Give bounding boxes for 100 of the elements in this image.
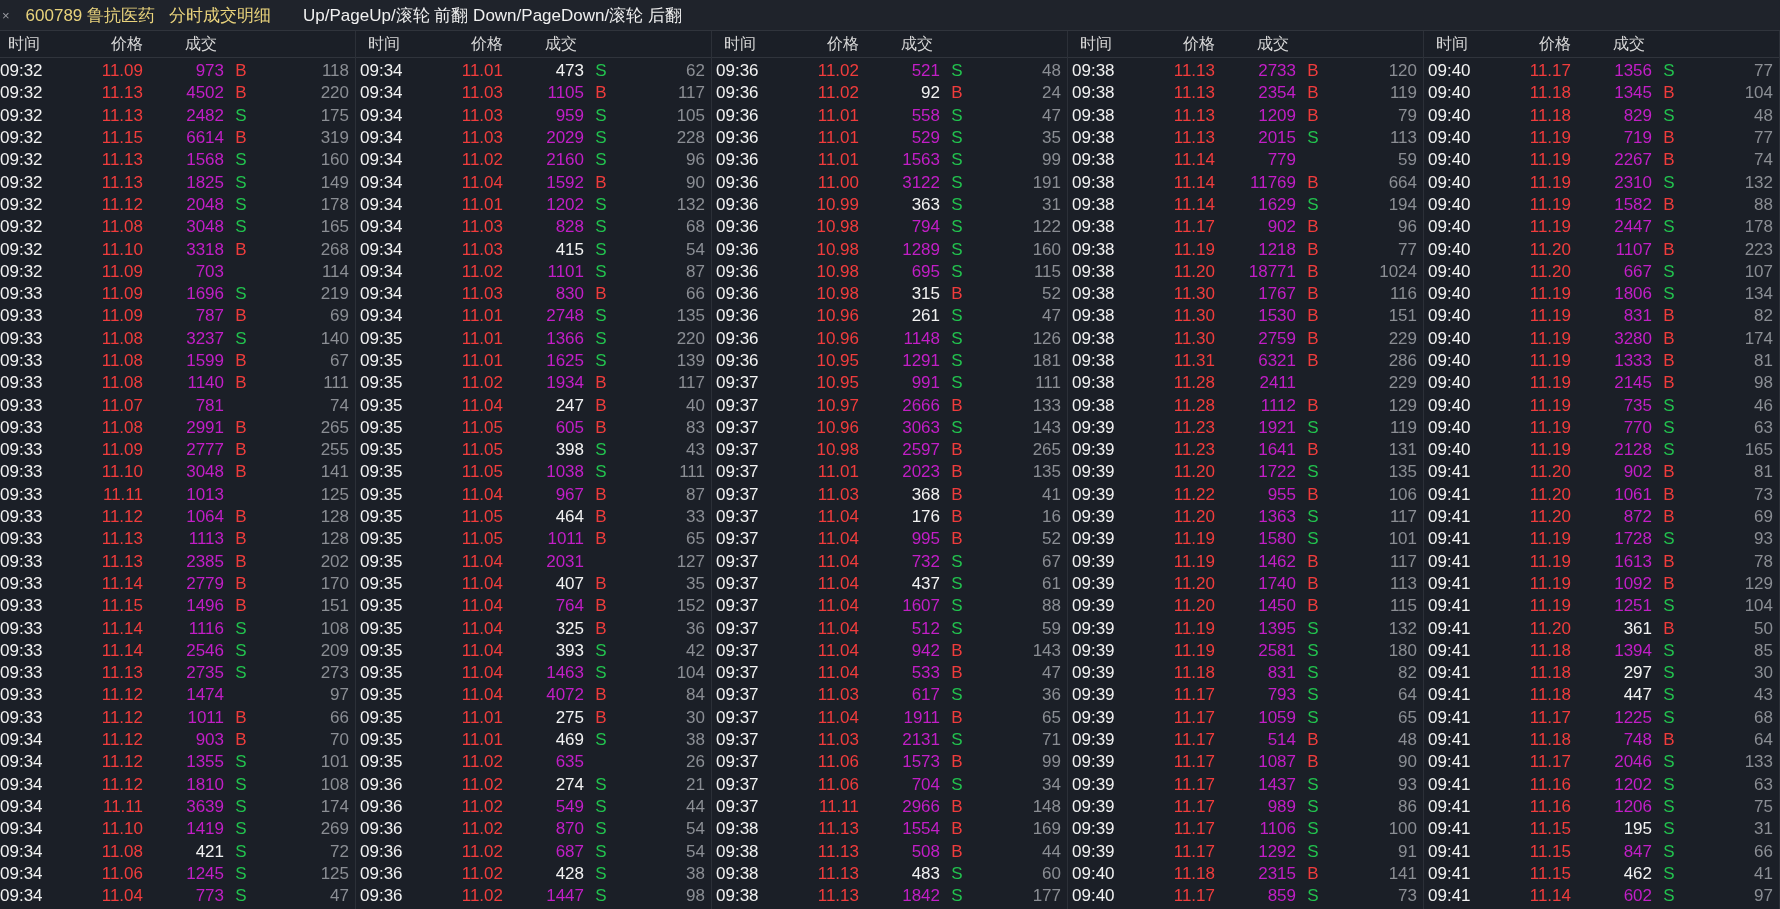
- time-cell: 09:39: [1072, 663, 1115, 684]
- volume-cell: 1140: [187, 373, 224, 394]
- price-cell: 11.18: [1529, 83, 1571, 104]
- time-cell: 09:40: [1428, 395, 1471, 416]
- price-cell: 11.13: [101, 172, 143, 193]
- trade-side-label: B: [235, 596, 247, 617]
- volume-cell: 1810: [186, 774, 224, 795]
- trade-side-label: S: [595, 774, 607, 795]
- price-cell: 11.10: [101, 462, 143, 483]
- trade-count-cell: 65: [1398, 707, 1417, 728]
- price-cell: 11.01: [461, 730, 503, 751]
- time-cell: 09:41: [1428, 640, 1471, 661]
- trade-count-cell: 88: [1042, 596, 1061, 617]
- volume-cell: 2735: [186, 663, 224, 684]
- trade-count-cell: 122: [1032, 217, 1061, 238]
- trade-count-cell: 91: [1398, 841, 1417, 862]
- price-cell: 11.30: [1173, 284, 1215, 305]
- trade-count-cell: 220: [676, 328, 705, 349]
- volume-cell: 2546: [186, 640, 224, 661]
- trade-side-label: B: [1307, 239, 1319, 260]
- time-cell: 09:35: [360, 395, 403, 416]
- time-cell: 09:39: [1072, 730, 1115, 751]
- time-cell: 09:35: [360, 573, 403, 594]
- volume-cell: 1101: [547, 261, 584, 282]
- time-cell: 09:32: [0, 217, 43, 238]
- trade-count-cell: 30: [686, 707, 705, 728]
- trade-count-cell: 73: [1398, 886, 1417, 907]
- time-cell: 09:40: [1428, 351, 1471, 371]
- price-cell: 11.17: [1173, 774, 1215, 795]
- time-cell: 09:35: [360, 328, 403, 349]
- volume-cell: 2354: [1258, 83, 1296, 104]
- time-cell: 09:33: [0, 417, 43, 438]
- time-cell: 09:37: [716, 752, 759, 773]
- trade-count-cell: 265: [1032, 440, 1061, 461]
- volume-cell: 1806: [1614, 284, 1652, 305]
- time-cell: 09:35: [360, 507, 403, 528]
- trade-count-cell: 74: [330, 395, 349, 416]
- time-cell: 09:34: [360, 261, 403, 282]
- trade-side-label: B: [951, 440, 963, 461]
- volume-cell: 3048: [186, 217, 224, 238]
- time-cell: 09:37: [716, 596, 759, 617]
- price-cell: 11.02: [461, 774, 503, 795]
- trade-count-cell: 115: [1033, 261, 1061, 282]
- time-cell: 09:35: [360, 685, 403, 706]
- trade-side-label: S: [1307, 618, 1319, 639]
- time-cell: 09:32: [0, 61, 43, 82]
- volume-cell: 195: [1623, 819, 1652, 840]
- time-cell: 09:35: [360, 596, 403, 617]
- time-cell: 09:36: [716, 105, 759, 126]
- time-cell: 09:38: [1072, 83, 1115, 104]
- time-cell: 09:40: [1428, 105, 1471, 126]
- time-cell: 09:38: [1072, 105, 1115, 126]
- price-cell: 11.04: [461, 685, 503, 706]
- time-cell: 09:40: [1072, 863, 1115, 884]
- volume-cell: 1218: [1258, 239, 1296, 260]
- price-cell: 11.16: [1529, 774, 1571, 795]
- trade-side-label: S: [235, 819, 247, 840]
- price-cell: 11.02: [461, 863, 503, 884]
- trade-count-cell: 117: [677, 373, 705, 394]
- trade-count-cell: 71: [1042, 730, 1061, 751]
- volume-cell: 859: [1267, 886, 1296, 907]
- price-cell: 11.04: [817, 573, 859, 594]
- time-cell: 09:40: [1428, 128, 1471, 149]
- trade-count-cell: 181: [1032, 351, 1061, 371]
- volume-cell: 1087: [1258, 752, 1296, 773]
- volume-cell: 2748: [546, 306, 584, 327]
- close-button[interactable]: ×: [0, 7, 12, 23]
- trade-count-cell: 151: [1388, 306, 1417, 327]
- trade-count-cell: 47: [1042, 306, 1061, 327]
- trade-side-label: B: [1307, 284, 1319, 305]
- price-cell: 11.19: [1529, 373, 1571, 394]
- time-cell: 09:39: [1072, 841, 1115, 862]
- volume-cell: 773: [195, 886, 224, 907]
- trade-side-label: B: [1663, 128, 1675, 149]
- trade-count-cell: 85: [1754, 640, 1773, 661]
- trade-side-label: B: [1663, 507, 1675, 528]
- trade-side-label: S: [595, 261, 607, 282]
- volume-cell: 828: [555, 217, 584, 238]
- time-cell: 09:33: [0, 484, 43, 505]
- price-cell: 11.20: [1173, 596, 1215, 617]
- trade-count-cell: 47: [1042, 105, 1061, 126]
- volume-cell: 1568: [186, 150, 224, 171]
- trade-side-label: B: [1307, 328, 1319, 349]
- trade-side-label: B: [1307, 863, 1319, 884]
- trade-count-cell: 69: [1754, 507, 1773, 528]
- trade-side-label: B: [595, 172, 607, 193]
- time-cell: 09:35: [360, 351, 403, 371]
- price-cell: 11.19: [1529, 440, 1571, 461]
- trade-count-cell: 96: [1398, 217, 1417, 238]
- trade-side-label: S: [1307, 663, 1319, 684]
- price-cell: 11.08: [101, 328, 143, 349]
- time-cell: 09:35: [360, 730, 403, 751]
- trade-side-label: S: [595, 61, 607, 82]
- volume-cell: 2447: [1614, 217, 1652, 238]
- trade-side-label: S: [595, 663, 607, 684]
- price-cell: 11.20: [1529, 462, 1571, 483]
- time-cell: 09:41: [1428, 752, 1471, 773]
- trade-side-label: B: [1663, 239, 1675, 260]
- price-cell: 11.12: [101, 707, 143, 728]
- price-cell: 11.19: [1529, 596, 1571, 617]
